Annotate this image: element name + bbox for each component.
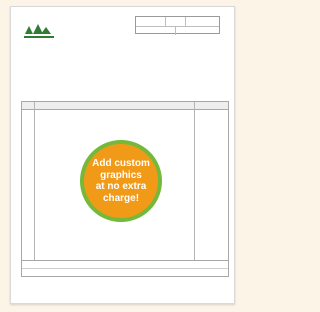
header-info-box	[135, 16, 220, 35]
footer-divider	[22, 268, 228, 269]
column-divider	[34, 102, 35, 260]
custom-graphics-badge: Add custom graphics at no extra charge!	[80, 140, 162, 222]
table-header-row	[22, 102, 228, 110]
badge-text: Add custom graphics at no extra charge!	[92, 158, 150, 204]
form-footer	[21, 259, 229, 277]
column-divider	[194, 102, 195, 260]
trees-logo-icon	[24, 24, 54, 38]
